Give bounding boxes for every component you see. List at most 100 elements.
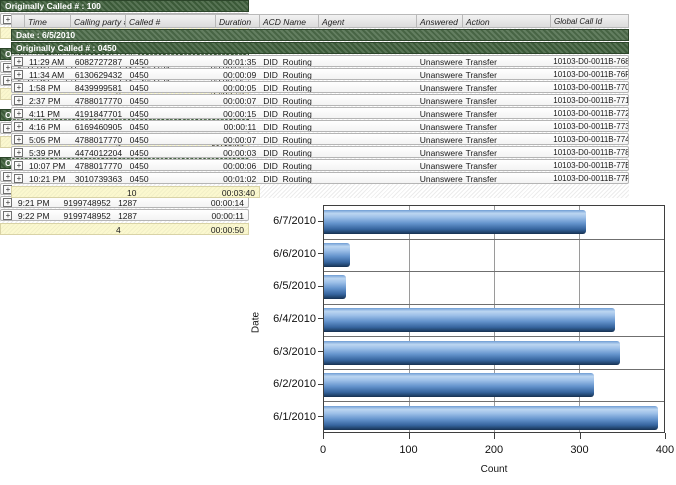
date-group-header[interactable]: Date : 6/5/2010 [11,29,629,41]
cell-duration: 00:00:14 [204,197,248,207]
column-header-called[interactable]: Called # [126,14,216,28]
cell-action: Transfer [463,95,551,105]
expand-plus-icon[interactable]: + [14,135,23,144]
cell-agent [319,108,417,118]
table-row[interactable]: +11:34 AM6130629432045000:00:09DID_Routi… [11,68,629,80]
cell-acd-name: DID_Routing [260,69,319,79]
y-axis-label-text: 6/2/2010 [273,378,316,390]
cell-called: 0450 [127,69,217,79]
expand-cell: + [12,147,26,157]
cell-global-call-id: 10103-D0-0011B-77F [550,173,628,183]
group-summary-row: 10 00:03:40 [11,186,260,198]
cell-global-call-id: 10103-D0-0011B-76F [550,69,628,79]
cell-called: 0450 [127,56,217,66]
cell-action: Transfer [463,108,551,118]
cell-agent [319,82,417,92]
expand-plus-icon[interactable]: + [14,174,23,183]
cell-called: 1287 [115,210,204,220]
table-row[interactable]: +5:05 PM4788017770045000:00:07DID_Routin… [11,133,629,145]
table-row[interactable]: +10:07 PM4788017770045000:00:06DID_Routi… [11,159,629,171]
expand-plus-icon[interactable]: + [3,211,12,220]
y-axis-label: 6/1/2010 [255,400,323,433]
cell-time: 11:34 AM [26,69,72,79]
cell-acd-name: DID_Routing [260,95,319,105]
called-group-header[interactable]: Originally Called # : 0450 [11,42,629,54]
table-row[interactable]: +4:11 PM4191847701045000:00:15DID_Routin… [11,107,629,119]
cell-global-call-id: 10103-D0-0011B-77E [550,160,628,170]
cell-duration: 00:00:11 [216,121,260,131]
cell-time: 10:07 PM [26,160,72,170]
expand-plus-icon[interactable]: + [14,83,23,92]
column-header-duration[interactable]: Duration [216,14,260,28]
column-header-answered[interactable]: Answered [417,14,463,28]
table-row[interactable]: +9:22 PM9199748952128700:00:11 [0,209,249,221]
cell-called: 0450 [127,147,217,157]
expand-cell: + [12,160,26,170]
cell-calling-party: 9199748952 [61,197,116,207]
y-axis-label-text: 6/7/2010 [273,215,316,227]
cell-calling-party: 8439999581 [72,82,127,92]
cell-global-call-id: 10103-D0-0011B-768 [550,56,628,66]
cell-duration: 00:00:03 [216,147,260,157]
horizontal-gridline [324,271,664,272]
cell-called: 0450 [127,160,217,170]
cell-time: 2:37 PM [26,95,72,105]
table-header-row: Time Calling party # Called # Duration A… [11,14,629,28]
called-group-header[interactable]: Originally Called # : 100 [0,0,249,12]
cell-time: 9:22 PM [15,210,61,220]
expand-plus-icon[interactable]: + [14,122,23,131]
cell-calling-party: 4191847701 [72,108,127,118]
column-header-acd-name[interactable]: ACD Name [260,14,319,28]
cell-duration: 00:01:35 [216,56,260,66]
expand-cell: + [12,108,26,118]
x-axis-tick-label: 0 [306,444,340,456]
expand-plus-icon[interactable]: + [14,161,23,170]
expand-plus-icon[interactable]: + [14,96,23,105]
expand-plus-icon[interactable]: + [14,109,23,118]
cell-acd-name: DID_Routing [260,82,319,92]
table-row[interactable]: +2:37 PM4788017770045000:00:07DID_Routin… [11,94,629,106]
summary-spacer [12,187,127,197]
table-row[interactable]: +5:39 PM4474012204045000:00:03DID_Routin… [11,146,629,158]
cell-answered: Unanswered [417,147,463,157]
expand-plus-icon[interactable]: + [14,57,23,66]
column-header-global-call-id[interactable]: Global Call Id [551,14,629,28]
column-header-agent[interactable]: Agent [319,14,417,28]
expand-plus-icon[interactable]: + [3,198,12,207]
expand-plus-icon[interactable]: + [14,148,23,157]
cell-agent [319,147,417,157]
horizontal-gridline [324,239,664,240]
cell-answered: Unanswered [417,95,463,105]
cell-agent [319,56,417,66]
cell-global-call-id: 10103-D0-0011B-770 [550,82,628,92]
column-header-calling-party[interactable]: Calling party # [71,14,126,28]
y-axis-label: 6/6/2010 [255,238,323,271]
cell-called: 1287 [115,197,204,207]
cell-action: Transfer [463,69,551,79]
summary-count: 4 [116,224,206,234]
main-table-rows: +11:29 AM6082727287045000:01:35DID_Routi… [11,55,629,184]
expand-plus-icon[interactable]: + [14,70,23,79]
cell-time: 1:58 PM [26,82,72,92]
cell-calling-party: 4788017770 [72,95,127,105]
table-row[interactable]: +11:29 AM6082727287045000:01:35DID_Routi… [11,55,629,67]
cell-global-call-id: 10103-D0-0011B-778 [550,147,628,157]
cell-action: Transfer [463,173,551,183]
column-header-action[interactable]: Action [463,14,551,28]
cell-answered: Unanswered [417,108,463,118]
cell-called: 0450 [127,173,217,183]
cell-calling-party: 3010739363 [72,173,127,183]
cell-duration: 00:00:11 [204,210,248,220]
chart-bar [324,406,658,430]
column-header-time[interactable]: Time [25,14,71,28]
cell-calling-party: 4474012204 [72,147,127,157]
expand-cell: + [12,69,26,79]
call-detail-table: Time Calling party # Called # Duration A… [11,14,629,198]
table-row[interactable]: +4:16 PM6169460905045000:00:11DID_Routin… [11,120,629,132]
horizontal-gridline [324,304,664,305]
chart-bar [324,373,594,397]
table-row[interactable]: +1:58 PM8439999581045000:00:05DID_Routin… [11,81,629,93]
cell-answered: Unanswered [417,160,463,170]
table-row[interactable]: +10:21 PM3010739363045000:01:02DID_Routi… [11,172,629,184]
expand-cell: + [12,134,26,144]
